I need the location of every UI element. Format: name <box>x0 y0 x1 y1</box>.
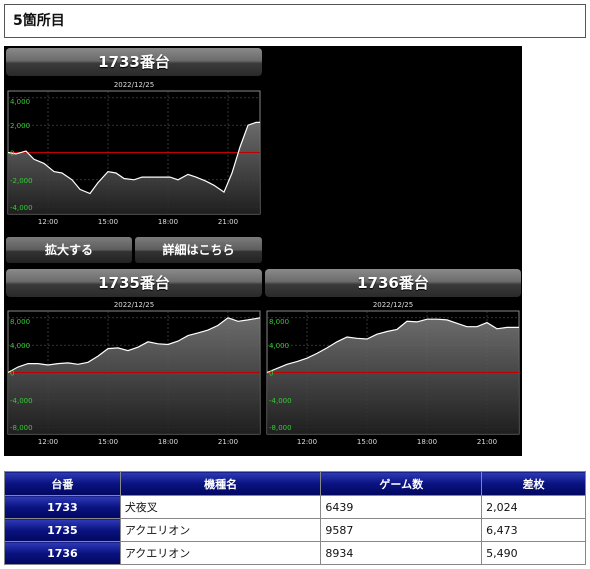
y-tick-label: -4,000 <box>10 397 33 405</box>
table-row: 1733 犬夜叉 6439 2,024 <box>4 495 586 519</box>
game-count-cell: 6439 <box>320 495 483 519</box>
details-button[interactable]: 詳細はこちら <box>135 237 262 263</box>
chart-date-label: 2022/12/25 <box>114 301 154 309</box>
y-tick-label: 2,000 <box>10 122 30 130</box>
x-tick-label: 18:00 <box>158 438 178 446</box>
chart-1736: 2022/12/25 8,000 4,000 0 -4,000 -8,000 12:00 15… <box>265 298 521 456</box>
y-tick-label: -4,000 <box>269 397 292 405</box>
summary-table: 台番 機種名 ゲーム数 差枚 1733 犬夜叉 6439 2,024 1735 … <box>4 471 586 565</box>
y-tick-label: 4,000 <box>269 342 289 350</box>
chart-1733: 2022/12/25 4,000 2,000 0 -2,000 -4,000 12:00 15… <box>6 78 262 236</box>
model-name-cell: アクエリオン <box>119 541 322 565</box>
game-count-cell: 8934 <box>320 541 483 565</box>
y-tick-label: -4,000 <box>10 204 33 212</box>
machine-1735-title-button[interactable]: 1735番台 <box>6 269 262 297</box>
x-tick-label: 21:00 <box>218 438 238 446</box>
y-tick-label: 0 <box>10 150 14 158</box>
model-name-cell: 犬夜叉 <box>119 495 322 519</box>
x-tick-label: 21:00 <box>218 218 238 226</box>
chart-1733-svg: 2022/12/25 4,000 2,000 0 -2,000 -4,000 12:00 15… <box>7 81 261 226</box>
y-tick-label: 8,000 <box>269 318 289 326</box>
zoom-button[interactable]: 拡大する <box>6 237 132 263</box>
header-difference: 差枚 <box>481 471 586 496</box>
y-tick-label: -8,000 <box>269 424 292 432</box>
chart-1735: 2022/12/25 8,000 4,000 0 -4,000 -8,000 12:00 15… <box>6 298 262 456</box>
machine-number-cell[interactable]: 1736 <box>4 541 121 565</box>
game-count-cell: 9587 <box>320 518 483 542</box>
y-tick-label: -2,000 <box>10 177 33 185</box>
chart-date-label: 2022/12/25 <box>114 81 154 89</box>
difference-cell: 2,024 <box>481 495 586 519</box>
y-tick-label: 0 <box>269 370 273 378</box>
x-tick-label: 12:00 <box>38 218 58 226</box>
x-tick-label: 21:00 <box>477 438 497 446</box>
chart-1736-svg: 2022/12/25 8,000 4,000 0 -4,000 -8,000 12:00 15… <box>266 301 520 446</box>
header-machine-number: 台番 <box>4 471 121 496</box>
machine-1736-title-button[interactable]: 1736番台 <box>265 269 521 297</box>
x-tick-label: 12:00 <box>297 438 317 446</box>
x-tick-label: 12:00 <box>38 438 58 446</box>
table-row: 1736 アクエリオン 8934 5,490 <box>4 541 586 565</box>
x-tick-label: 15:00 <box>357 438 377 446</box>
section-title: 5箇所目 <box>4 4 586 38</box>
header-game-count: ゲーム数 <box>320 471 483 496</box>
difference-cell: 6,473 <box>481 518 586 542</box>
y-tick-label: 4,000 <box>10 98 30 106</box>
y-tick-label: 0 <box>10 370 14 378</box>
machine-1733-title-button[interactable]: 1733番台 <box>6 48 262 76</box>
y-tick-label: 4,000 <box>10 342 30 350</box>
header-model-name: 機種名 <box>119 471 322 496</box>
table-header-row: 台番 機種名 ゲーム数 差枚 <box>4 471 586 496</box>
y-tick-label: -8,000 <box>10 424 33 432</box>
machine-number-cell[interactable]: 1735 <box>4 518 121 542</box>
model-name-cell: アクエリオン <box>119 518 322 542</box>
machine-number-cell[interactable]: 1733 <box>4 495 121 519</box>
chart-1735-svg: 2022/12/25 8,000 4,000 0 -4,000 -8,000 12:00 15… <box>7 301 261 446</box>
x-tick-label: 15:00 <box>98 218 118 226</box>
x-tick-label: 15:00 <box>98 438 118 446</box>
table-row: 1735 アクエリオン 9587 6,473 <box>4 518 586 542</box>
chart-date-label: 2022/12/25 <box>373 301 413 309</box>
x-tick-label: 18:00 <box>158 218 178 226</box>
y-tick-label: 8,000 <box>10 318 30 326</box>
difference-cell: 5,490 <box>481 541 586 565</box>
x-tick-label: 18:00 <box>417 438 437 446</box>
